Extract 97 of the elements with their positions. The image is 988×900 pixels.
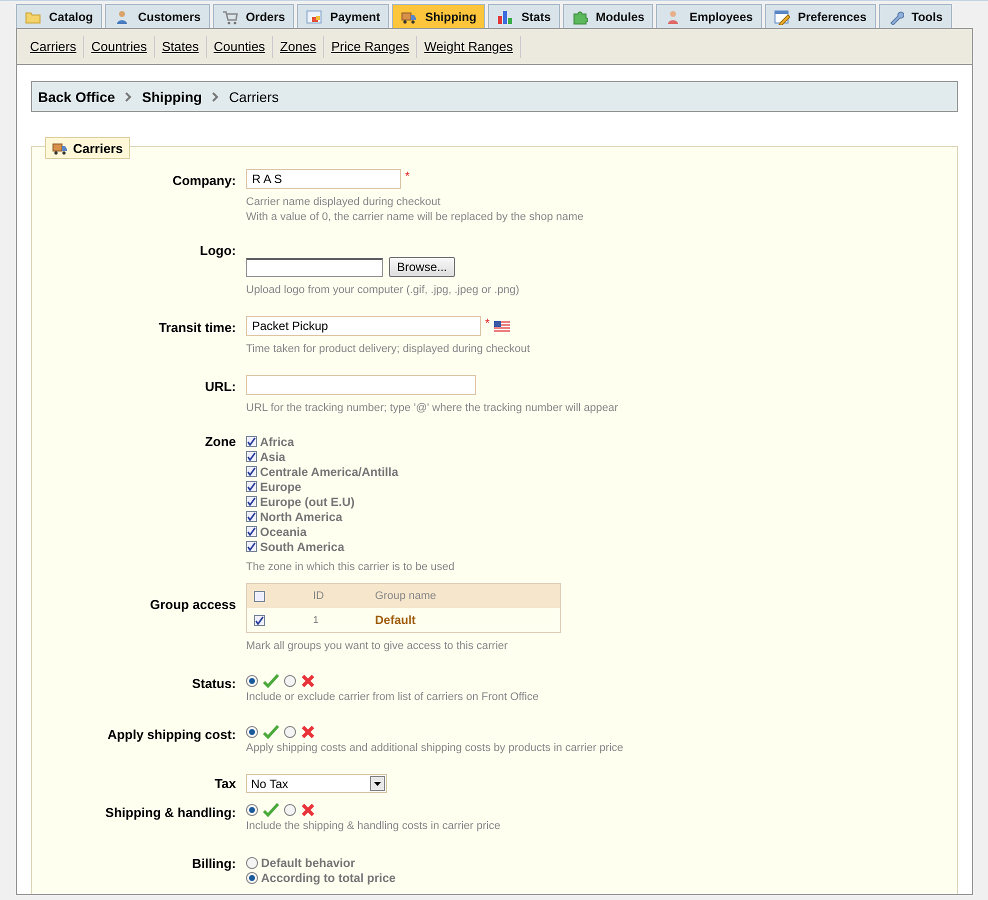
field-hint: Include the shipping & handling costs in carrier price	[246, 819, 502, 834]
field-hint: Carrier name displayed during checkout	[246, 195, 442, 210]
subnav-link[interactable]: Carriers	[23, 36, 84, 58]
checkbox[interactable]	[246, 526, 257, 537]
breadcrumb-item: Carriers	[228, 88, 279, 104]
checkbox[interactable]	[246, 466, 257, 477]
field-label: Shipping & handling:	[104, 804, 237, 822]
zone-label: Europe	[260, 480, 302, 494]
cart-icon	[222, 8, 238, 24]
field-label: Apply shipping cost:	[106, 726, 237, 744]
subnav-link[interactable]: States	[154, 36, 207, 58]
field-label: Tax	[214, 775, 237, 793]
nav-tab[interactable]: Stats	[488, 4, 560, 28]
subnav-link[interactable]: Zones	[273, 36, 324, 58]
legend-title: Carriers	[73, 140, 123, 156]
table-cell: Default	[375, 613, 416, 627]
text-field[interactable]: Packet Pickup	[246, 316, 481, 336]
field-hint: Time taken for product delivery; displayed during checkout	[246, 342, 531, 357]
field-hint: With a value of 0, the carrier name will be replaced by the shop name	[246, 210, 585, 225]
nav-tab[interactable]: Customers	[105, 4, 210, 28]
tax-select[interactable]: No Tax	[246, 774, 387, 793]
checkbox[interactable]	[254, 590, 265, 602]
zone-label: Africa	[260, 434, 294, 448]
radio-button[interactable]	[284, 804, 296, 816]
table-cell-text: 1	[312, 614, 320, 626]
zone-label: Europe (out E.U)	[260, 494, 355, 508]
required-mark: *	[405, 169, 410, 183]
text-field[interactable]: R A S	[246, 169, 401, 189]
field-label: Group access	[149, 596, 237, 614]
bar-chart-icon	[497, 8, 514, 24]
field-label: Status:	[190, 675, 237, 693]
field-hint: URL for the tracking number; type '@' where the tracking number will appear	[246, 401, 620, 416]
billing-option: According to total price	[261, 870, 396, 884]
column-header: Group name	[375, 590, 436, 602]
window-pencil-icon	[774, 8, 790, 24]
nav-tab[interactable]: Orders	[212, 4, 294, 28]
subnav-link[interactable]: Price Ranges	[324, 36, 418, 58]
radio-button[interactable]	[284, 675, 296, 687]
nav-tab[interactable]: Preferences	[764, 4, 876, 28]
nav-tab[interactable]: Employees	[656, 4, 762, 28]
chevron-icon	[212, 92, 219, 102]
zone-label: Oceania	[260, 524, 307, 538]
puzzle-icon	[572, 8, 588, 24]
checkbox[interactable]	[246, 451, 257, 462]
field-hint: Upload logo from your computer (.gif, .jpg, .jpeg or .png)	[246, 283, 520, 298]
wrench-icon	[888, 8, 904, 24]
field-label: URL:	[204, 378, 237, 396]
cross-icon	[301, 725, 315, 739]
file-field[interactable]	[246, 258, 383, 276]
radio-button[interactable]	[246, 726, 258, 738]
checkbox[interactable]	[246, 481, 257, 492]
chevron-icon	[125, 92, 132, 102]
field-hint: The zone in which this carrier is to be used	[246, 560, 456, 575]
zone-label: Centrale America/Antilla	[260, 464, 398, 478]
column-header: ID	[312, 590, 325, 602]
billing-option: Default behavior	[261, 856, 356, 870]
subnav-link[interactable]: Counties	[206, 36, 274, 58]
nav-tab[interactable]: Shipping	[392, 4, 486, 28]
caret-icon	[370, 776, 385, 791]
zone-label: Asia	[260, 450, 286, 464]
required-mark: *	[485, 316, 490, 330]
nav-tab[interactable]: Tools	[878, 4, 952, 28]
checkbox[interactable]	[246, 436, 257, 447]
nav-tab[interactable]: Catalog	[16, 4, 102, 28]
field-label: Zone	[204, 434, 237, 451]
check-icon	[263, 725, 279, 739]
radio-button[interactable]	[246, 675, 258, 687]
breadcrumb-item[interactable]: Shipping	[142, 88, 202, 104]
field-hint: Include or exclude carrier from list of carriers on Front Office	[246, 690, 540, 705]
field-hint: Apply shipping costs and additional shipping costs by products in carrier price	[246, 741, 624, 756]
text-field[interactable]	[246, 375, 476, 395]
field-label: Logo:	[198, 243, 237, 260]
subnav-link[interactable]: Countries	[84, 36, 155, 58]
field-label: Billing:	[190, 855, 237, 873]
zone-label: North America	[260, 510, 342, 524]
field-label: Transit time:	[158, 319, 237, 337]
cross-icon	[301, 674, 315, 688]
radio-button[interactable]	[284, 726, 296, 738]
nav-tab[interactable]: Payment	[297, 4, 390, 28]
field-label: Company:	[171, 172, 237, 190]
radio-button[interactable]	[246, 872, 258, 884]
breadcrumb-item[interactable]: Back Office	[38, 88, 116, 104]
radio-button[interactable]	[246, 856, 258, 868]
check-icon	[263, 674, 279, 688]
cross-icon	[301, 803, 315, 817]
radio-button[interactable]	[246, 804, 258, 816]
nav-tab[interactable]: Modules	[562, 4, 654, 28]
zone-label: South America	[260, 540, 344, 554]
checkbox[interactable]	[246, 496, 257, 507]
subnav-link[interactable]: Weight Ranges	[417, 36, 521, 58]
checkbox[interactable]	[254, 614, 265, 626]
check-icon	[263, 803, 279, 817]
checkbox[interactable]	[246, 511, 257, 522]
browse-button[interactable]: Browse...	[389, 257, 456, 277]
card-icon	[306, 8, 322, 24]
checkbox[interactable]	[246, 541, 257, 552]
field-hint: Mark all groups you want to give access to this carrier	[246, 639, 509, 654]
